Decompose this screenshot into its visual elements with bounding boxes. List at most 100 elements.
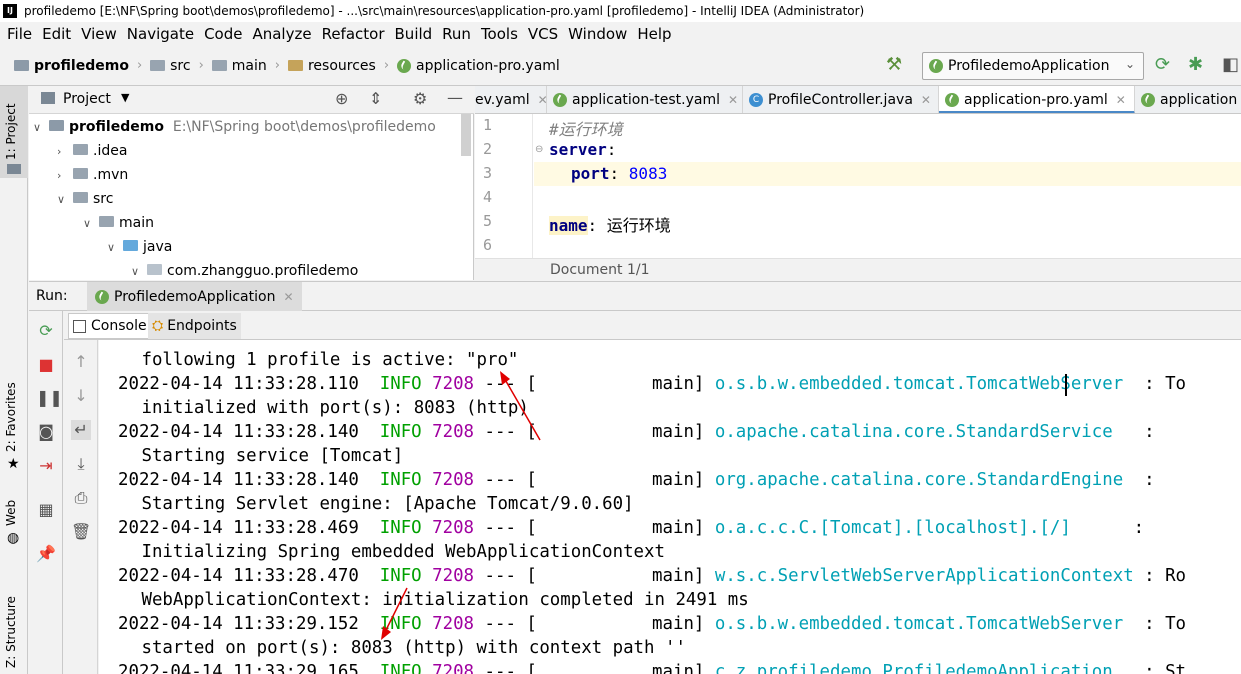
menu-build[interactable]: Build xyxy=(395,25,433,43)
tree-item-package[interactable]: ∨ com.zhangguo.profiledemo xyxy=(131,259,358,283)
hide-panel-icon[interactable]: — xyxy=(447,88,463,107)
menu-run[interactable]: Run xyxy=(442,25,471,43)
camera-icon[interactable]: ◙ xyxy=(36,422,56,442)
tree-item-idea[interactable]: › .idea xyxy=(57,139,127,163)
menu-file[interactable]: File xyxy=(7,25,32,43)
exit-icon[interactable]: ⇥ xyxy=(36,456,56,476)
tree-item-label: profiledemo xyxy=(69,119,164,135)
chevron-down-icon[interactable]: ▼ xyxy=(121,91,129,104)
yaml-file-icon xyxy=(945,93,959,107)
console-line: 2022-04-14 11:33:28.470 INFO 7208 --- [ … xyxy=(118,566,1187,586)
yaml-file-icon xyxy=(397,58,412,73)
debug-bug-icon[interactable]: ✱ xyxy=(1188,54,1203,75)
tree-item-project-root[interactable]: ∨ profiledemo E:\NF\Spring boot\demos\pro… xyxy=(33,115,436,139)
intellij-logo-icon: IJ xyxy=(3,4,17,18)
breadcrumb-resources[interactable]: resources xyxy=(308,58,376,74)
tab-label: application-pro.yaml xyxy=(964,92,1108,108)
code-line-name[interactable]: name: 运行环境 xyxy=(549,212,671,236)
structure-tool-label[interactable]: Z: Structure xyxy=(4,596,18,668)
arrow-down-icon[interactable]: ↓ xyxy=(71,386,91,406)
breadcrumb-project[interactable]: profiledemo xyxy=(34,58,129,74)
line-number: 3 xyxy=(483,164,493,182)
star-icon: ★ xyxy=(7,456,20,472)
print-icon[interactable]: ⎙ xyxy=(71,488,91,508)
fold-marker-icon[interactable]: ⊖ xyxy=(535,144,543,155)
line-number-gutter: 1 2 3 4 5 6 ⊖ ⊖ xyxy=(475,114,543,258)
breadcrumb-main[interactable]: main xyxy=(232,58,267,74)
menu-tools[interactable]: Tools xyxy=(481,25,518,43)
tab-endpoints[interactable]: ⛭ Endpoints xyxy=(148,313,241,339)
close-icon[interactable]: ✕ xyxy=(921,93,931,107)
menu-view[interactable]: View xyxy=(81,25,117,43)
code-comment[interactable]: #运行环境 xyxy=(549,116,623,140)
tab-application-test[interactable]: application-test.yaml ✕ xyxy=(547,86,743,113)
breadcrumb: profiledemo › src › main › resources › a… xyxy=(14,58,560,74)
project-panel-title[interactable]: Project xyxy=(63,91,111,107)
folder-icon xyxy=(211,60,227,71)
web-tool-label[interactable]: Web xyxy=(4,500,18,526)
console-output[interactable]: following 1 profile is active: "pro" 202… xyxy=(99,340,1241,674)
run-tab[interactable]: ProfiledemoApplication ✕ xyxy=(87,282,302,311)
code-line-server[interactable]: server: xyxy=(549,140,616,159)
run-configuration-select[interactable]: ProfiledemoApplication ⌄ xyxy=(922,52,1144,80)
menu-window[interactable]: Window xyxy=(568,25,627,43)
pause-icon[interactable]: ❚❚ xyxy=(36,388,63,408)
chevron-right-icon: › xyxy=(383,58,390,73)
project-tool-label[interactable]: 1: Project xyxy=(4,103,18,160)
rerun-icon[interactable]: ⟳ xyxy=(36,321,56,341)
rerun-icon[interactable]: ⟳ xyxy=(1155,54,1170,75)
collapse-all-icon[interactable]: ⇕ xyxy=(369,89,382,108)
menu-navigate[interactable]: Navigate xyxy=(127,25,194,43)
endpoints-icon: ⛭ xyxy=(152,318,164,334)
tab-application-pro[interactable]: application-pro.yaml ✕ xyxy=(939,86,1135,113)
menu-code[interactable]: Code xyxy=(204,25,242,43)
menu-analyze[interactable]: Analyze xyxy=(252,25,311,43)
close-icon[interactable]: ✕ xyxy=(283,290,293,304)
chevron-right-icon: › xyxy=(57,169,62,182)
menu-vcs[interactable]: VCS xyxy=(528,25,558,43)
tree-item-src[interactable]: ∨ src xyxy=(57,187,113,211)
menu-edit[interactable]: Edit xyxy=(42,25,71,43)
chevron-down-icon: ∨ xyxy=(83,217,92,230)
locate-target-icon[interactable]: ⊕ xyxy=(335,89,348,108)
code-line-port[interactable]: port: 8083 xyxy=(571,164,667,183)
trash-icon[interactable]: 🗑 xyxy=(71,522,91,542)
menu-refactor[interactable]: Refactor xyxy=(322,25,385,43)
editor-panel: ev.yaml ✕ application-test.yaml ✕ C Profile… xyxy=(475,86,1241,280)
spring-boot-icon xyxy=(95,289,109,304)
stop-icon[interactable]: ■ xyxy=(36,355,56,375)
menu-help[interactable]: Help xyxy=(637,25,671,43)
favorites-tool-label[interactable]: 2: Favorites xyxy=(4,382,18,452)
tab-console[interactable]: Console xyxy=(68,313,152,339)
scroll-to-end-icon[interactable]: ⤓ xyxy=(71,454,91,474)
folder-icon xyxy=(150,60,166,71)
chevron-down-icon: ∨ xyxy=(33,121,42,134)
breadcrumb-file[interactable]: application-pro.yaml xyxy=(416,58,560,74)
package-icon xyxy=(147,264,162,275)
tree-item-mvn[interactable]: › .mvn xyxy=(57,163,128,187)
console-line: Starting Servlet engine: [Apache Tomcat/… xyxy=(131,494,634,514)
layout-icon[interactable]: ▦ xyxy=(36,500,56,520)
soft-wrap-icon[interactable]: ↵ xyxy=(71,420,91,440)
tab-dev-yaml[interactable]: ev.yaml ✕ xyxy=(475,86,548,113)
yaml-value: 8083 xyxy=(628,164,668,183)
tab-application[interactable]: application xyxy=(1135,86,1241,113)
console-line: 2022-04-14 11:33:29.165 INFO 7208 --- [ … xyxy=(118,662,1187,674)
arrow-up-icon[interactable]: ↑ xyxy=(71,352,91,372)
coverage-icon[interactable]: ◧ xyxy=(1222,54,1239,75)
pin-icon[interactable]: 📌 xyxy=(36,544,56,564)
project-folder-icon xyxy=(14,60,29,71)
tree-item-label: src xyxy=(93,191,114,207)
tree-item-main[interactable]: ∨ main xyxy=(83,211,154,235)
close-icon[interactable]: ✕ xyxy=(1116,93,1126,107)
tab-profile-controller[interactable]: C ProfileController.java ✕ xyxy=(743,86,939,113)
build-hammer-icon[interactable]: ⚒ xyxy=(886,54,902,75)
line-number: 6 xyxy=(483,236,493,254)
close-icon[interactable]: ✕ xyxy=(728,93,738,107)
yaml-key: port xyxy=(571,164,610,183)
gear-icon[interactable]: ⚙ xyxy=(413,89,427,108)
resources-folder-icon xyxy=(287,60,303,71)
tree-item-java[interactable]: ∨ java xyxy=(107,235,172,259)
scrollbar[interactable] xyxy=(461,114,471,156)
breadcrumb-src[interactable]: src xyxy=(170,58,190,74)
